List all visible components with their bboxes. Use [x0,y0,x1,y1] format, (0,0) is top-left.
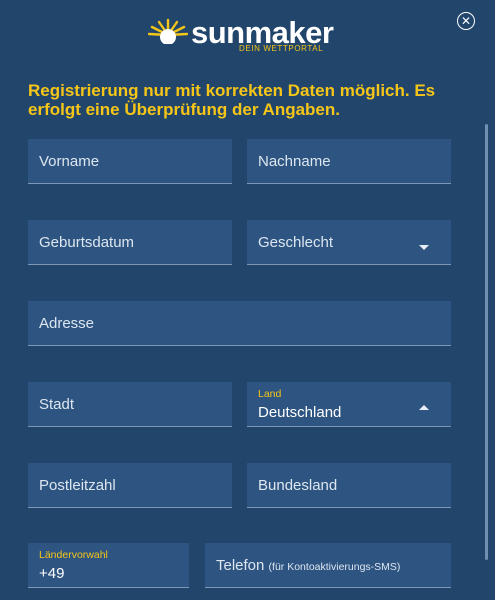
dial-code-value: +49 [39,565,65,582]
close-button[interactable]: ✕ [457,12,475,30]
gender-placeholder: Geschlecht [258,234,334,251]
country-value: Deutschland [258,404,342,421]
gender-select[interactable]: Geschlecht [247,220,451,265]
last-name-field[interactable]: Nachname [247,139,451,184]
last-name-placeholder: Nachname [258,153,331,170]
city-placeholder: Stadt [39,396,75,413]
birthdate-placeholder: Geburtsdatum [39,234,135,251]
scrollbar[interactable] [485,124,488,560]
first-name-placeholder: Vorname [39,153,100,170]
birthdate-field[interactable]: Geburtsdatum [28,220,232,265]
header: sunmaker DEIN WETTPORTAL ✕ [0,0,495,70]
phone-hint: (für Kontoaktivierungs-SMS) [268,561,401,573]
country-label: Land [258,388,282,400]
postal-code-placeholder: Postleitzahl [39,477,116,494]
brand-tagline: DEIN WETTPORTAL [239,44,324,53]
close-icon: ✕ [460,14,472,28]
first-name-field[interactable]: Vorname [28,139,232,184]
address-placeholder: Adresse [39,315,95,332]
phone-placeholder: Telefon (für Kontoaktivierungs-SMS) [216,543,400,590]
state-placeholder: Bundesland [258,477,338,494]
dial-code-select[interactable]: Ländervorwahl +49 [28,543,189,588]
postal-code-field[interactable]: Postleitzahl [28,463,232,508]
address-field[interactable]: Adresse [28,301,451,346]
sunmaker-logo[interactable]: sunmaker DEIN WETTPORTAL [148,14,338,56]
verification-notice: Registrierung nur mit korrekten Daten mö… [28,81,436,119]
chevron-down-icon [419,245,429,250]
phone-field[interactable]: Telefon (für Kontoaktivierungs-SMS) [205,543,451,588]
phone-label: Telefon [216,557,265,574]
state-field[interactable]: Bundesland [247,463,451,508]
country-select[interactable]: Land Deutschland [247,382,451,427]
chevron-up-icon [419,405,429,410]
city-field[interactable]: Stadt [28,382,232,427]
dial-code-label: Ländervorwahl [39,549,108,561]
sun-icon [148,18,188,44]
